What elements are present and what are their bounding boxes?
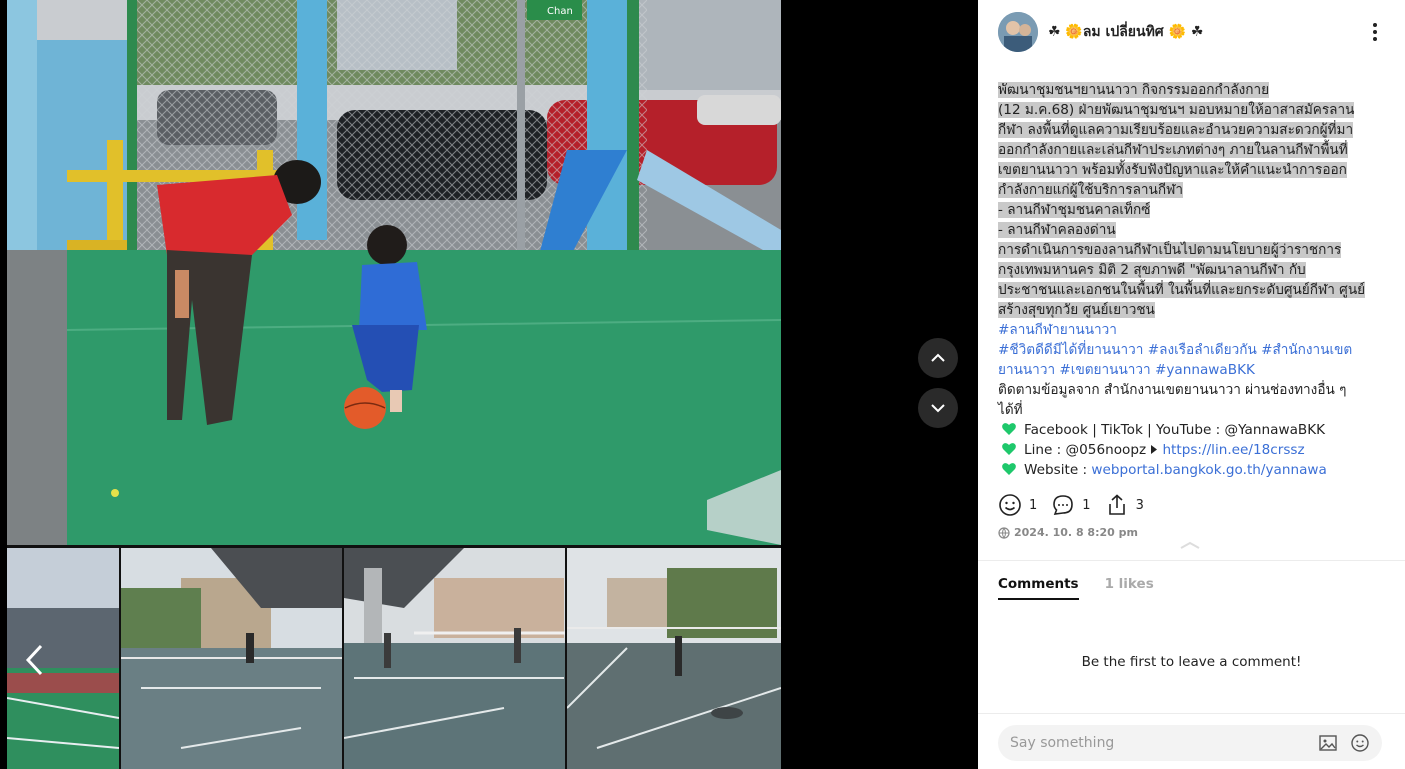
date-text: 2024. 10. 8 8:20 pm — [1014, 526, 1138, 539]
avatar[interactable] — [998, 12, 1038, 52]
divider — [978, 560, 1405, 561]
main-photo[interactable]: Chan — [7, 0, 781, 545]
post-text-line: กีฬา ลงพื้นที่ดูแลความเรียบร้อยและอำนวยค… — [998, 122, 1354, 138]
post-text-line: สร้างสุขทุกวัย ศูนย์เยาวชน — [998, 302, 1155, 318]
image-icon[interactable] — [1318, 733, 1338, 753]
share-count: 3 — [1135, 497, 1144, 513]
post-header: ☘ 🌼ลม เปลี่ยนทิศ 🌼 ☘ — [998, 12, 1385, 52]
channel-website: Website : — [1024, 462, 1092, 478]
hashtag-link[interactable]: ยานนาวา #เขตยานนาวา #yannawaBKK — [998, 362, 1255, 378]
follow-text: ได้ที่ — [998, 402, 1023, 418]
post-text-line: ประชาชนและเอกชนในพื้นที่ ในพื้นที่และยกร… — [998, 282, 1366, 298]
emoji-icon[interactable] — [1350, 733, 1370, 753]
play-arrow-icon — [1151, 445, 1158, 454]
chevron-down-icon — [931, 404, 945, 413]
globe-icon — [998, 526, 1010, 539]
photo-stage: Chan — [0, 0, 978, 769]
thumbnail-strip — [7, 548, 781, 769]
post-text-line: ออกกำลังกายและเล่นกีฬาประเภทต่างๆ ภายในล… — [998, 142, 1348, 158]
green-heart-icon — [1002, 463, 1016, 475]
post-date: 2024. 10. 8 8:20 pm — [998, 526, 1138, 539]
thumbnail-4[interactable] — [567, 548, 781, 769]
green-heart-icon — [1002, 443, 1016, 455]
comment-composer-area — [978, 713, 1405, 769]
thumbnail-2[interactable] — [121, 548, 342, 769]
share-icon[interactable] — [1105, 493, 1129, 517]
thumbnail-3[interactable] — [344, 548, 565, 769]
comment-composer — [998, 725, 1382, 761]
photo-viewer: Chan — [7, 0, 781, 769]
post-text-line: กำลังกายแก่ผู้ใช้บริการลานกีฬา — [998, 182, 1183, 198]
post-text-line: เขตยานนาวา พร้อมทั้งรับฟังปัญหาและให้คำแ… — [998, 162, 1347, 178]
post-text-line: พัฒนาชุมชนฯยานนาวา กิจกรรมออกกำลังกาย — [998, 82, 1270, 98]
line-link[interactable]: https://lin.ee/18crssz — [1162, 442, 1304, 458]
post-text-line: - ลานกีฬาคลองด่าน — [998, 222, 1116, 238]
collapse-chevron-icon[interactable] — [1179, 540, 1201, 550]
hashtag-link[interactable]: #ชีวิตดีดีมีได้ที่ยานนาวา #ลงเรือลำเดียว… — [998, 342, 1352, 358]
post-text-line: - ลานกีฬาชุมชนคาลเท็กซ์ — [998, 202, 1151, 218]
channel-line: Line : @056noopz — [1024, 442, 1151, 458]
author-name[interactable]: ☘ 🌼ลม เปลี่ยนทิศ 🌼 ☘ — [1048, 21, 1203, 43]
post-text-line: (12 ม.ค.68) ฝ่ายพัฒนาชุมชนฯ มอบหมายให้อา… — [998, 102, 1355, 118]
previous-post-button[interactable] — [918, 338, 958, 378]
post-detail-panel: ☘ 🌼ลม เปลี่ยนทิศ 🌼 ☘ พัฒนาชุมชนฯยานนาวา … — [978, 0, 1405, 769]
comment-input[interactable] — [1010, 735, 1306, 751]
post-text-line: กรุงเทพมหานคร มิติ 2 สุขภาพดี "พัฒนาลานก… — [998, 262, 1306, 278]
website-link[interactable]: webportal.bangkok.go.th/yannawa — [1091, 462, 1326, 478]
follow-text: ติดตามข้อมูลจาก สำนักงานเขตยานนาวา ผ่านช… — [998, 382, 1347, 398]
svg-text:Chan: Chan — [547, 6, 573, 17]
tab-comments[interactable]: Comments — [998, 576, 1079, 600]
hashtag-link[interactable]: #ลานกีฬายานนาวา — [998, 322, 1117, 338]
post-body: พัฒนาชุมชนฯยานนาวา กิจกรรมออกกำลังกาย (1… — [998, 80, 1385, 480]
tab-likes[interactable]: 1 likes — [1105, 576, 1154, 600]
comment-count: 1 — [1082, 497, 1091, 513]
post-actions: 1 1 3 — [998, 492, 1158, 518]
channel-social: Facebook | TikTok | YouTube : @YannawaBK… — [1024, 422, 1326, 438]
comment-tabs: Comments 1 likes — [998, 576, 1154, 600]
more-options-icon[interactable] — [1365, 20, 1385, 44]
reaction-count: 1 — [1029, 497, 1038, 513]
smiley-icon[interactable] — [998, 493, 1022, 517]
next-post-button[interactable] — [918, 388, 958, 428]
chevron-up-icon — [931, 353, 945, 362]
previous-photo-arrow[interactable] — [21, 640, 47, 680]
comment-bubble-icon[interactable] — [1051, 493, 1075, 517]
empty-comments-message: Be the first to leave a comment! — [1081, 654, 1302, 670]
post-text-line: การดำเนินการของลานกีฬาเป็นไปตามนโยบายผู้… — [998, 242, 1342, 258]
green-heart-icon — [1002, 423, 1016, 435]
